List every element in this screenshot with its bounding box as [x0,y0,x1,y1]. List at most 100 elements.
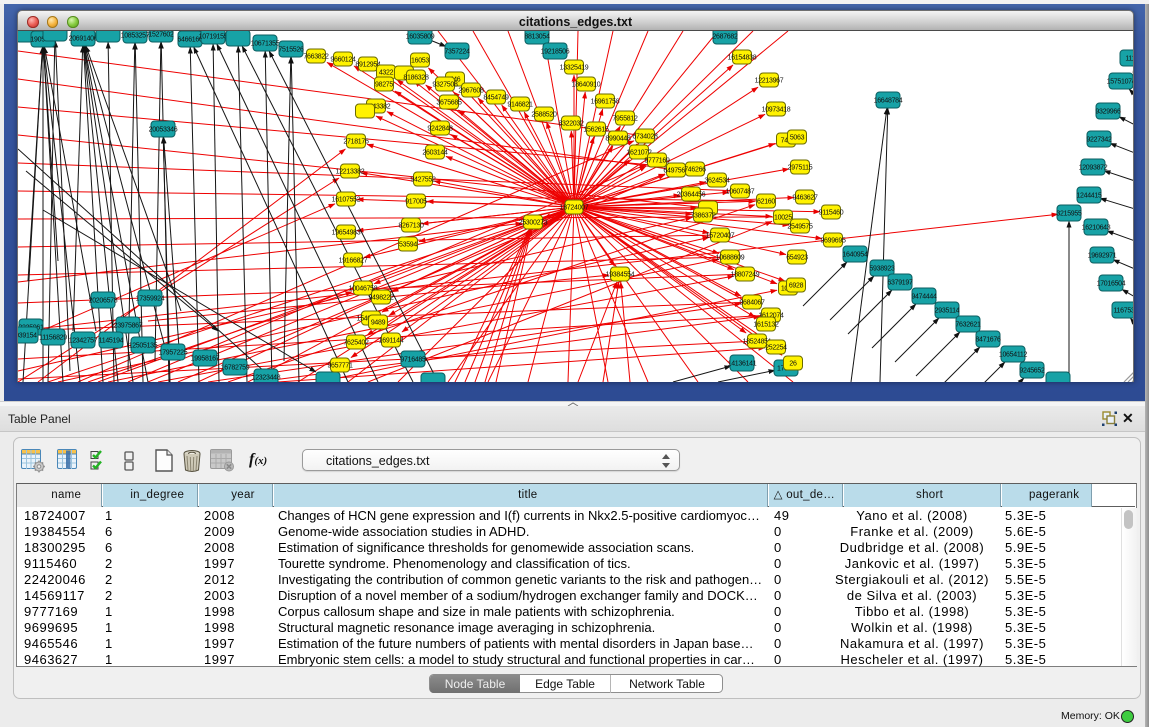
svg-text:9245652: 9245652 [1019,368,1045,375]
svg-text:10671355: 10671355 [251,41,280,48]
svg-text:7632621: 7632621 [955,322,981,329]
svg-text:10719155: 10719155 [199,34,228,41]
svg-text:9227342: 9227342 [1086,137,1112,144]
svg-text:53594: 53594 [399,242,417,249]
svg-text:10973418: 10973418 [762,107,791,114]
svg-text:746266: 746266 [684,167,706,174]
svg-text:6928: 6928 [789,283,804,290]
svg-text:2975115: 2975115 [788,165,813,172]
svg-text:13325419: 13325419 [560,65,589,72]
svg-text:7357224: 7357224 [444,49,470,56]
svg-text:98275: 98275 [375,82,393,89]
svg-text:9463627: 9463627 [792,195,818,202]
svg-text:5063: 5063 [790,135,805,142]
svg-text:8322032: 8322032 [558,121,584,128]
svg-text:15751074: 15751074 [1107,79,1134,86]
svg-text:9329966: 9329966 [1095,109,1121,116]
svg-text:18807249: 18807249 [731,272,760,279]
svg-text:8186328: 8186328 [403,75,429,82]
svg-text:23975867: 23975867 [114,323,143,330]
svg-text:62160: 62160 [757,199,775,206]
svg-text:7386372: 7386372 [690,213,716,220]
svg-text:20206578: 20206578 [89,298,118,305]
svg-text:10025: 10025 [774,215,792,222]
svg-text:19166827: 19166827 [339,258,368,265]
svg-text:9777169: 9777169 [644,158,670,165]
svg-text:1615132: 1615132 [753,322,779,329]
svg-text:20364456: 20364456 [677,192,706,199]
svg-text:18724007: 18724007 [560,205,589,212]
svg-text:8813054: 8813054 [524,34,550,41]
svg-text:1145194: 1145194 [99,338,124,345]
svg-text:12213967: 12213967 [755,78,784,85]
svg-text:1244415: 1244415 [1076,193,1102,200]
svg-text:939154: 939154 [18,333,37,340]
svg-text:2549575: 2549575 [787,224,813,231]
svg-text:14136141: 14136141 [728,361,757,368]
svg-text:19692971: 19692971 [1088,253,1117,260]
svg-text:16154838: 16154838 [728,55,757,62]
svg-text:16210643: 16210643 [1082,225,1111,232]
svg-text:2687682: 2687682 [712,34,738,41]
svg-text:2935114: 2935114 [935,308,960,315]
svg-text:2603144: 2603144 [422,150,448,157]
svg-text:1527602: 1527602 [148,32,174,39]
svg-text:25300273: 25300273 [519,220,548,227]
svg-text:9242848: 9242848 [427,126,453,133]
svg-text:15720407: 15720407 [706,233,735,240]
svg-text:9327508: 9327508 [432,82,458,89]
svg-text:26: 26 [789,361,797,368]
svg-text:9115460: 9115460 [819,210,844,217]
svg-text:17359924: 17359924 [136,296,165,303]
svg-text:1117: 1117 [1125,56,1134,63]
svg-text:16961758: 16961758 [591,99,620,106]
svg-text:8471676: 8471676 [975,337,1001,344]
svg-text:10654112: 10654112 [999,352,1028,359]
svg-text:1562615: 1562615 [583,127,609,134]
svg-text:252254: 252254 [765,345,787,352]
svg-text:10607487: 10607487 [726,189,755,196]
svg-text:4322: 4322 [379,70,394,77]
svg-text:917005: 917005 [405,199,427,206]
svg-text:7625402: 7625402 [343,340,369,347]
svg-text:19958167: 19958167 [191,356,220,363]
svg-text:6379197: 6379197 [887,280,913,287]
svg-text:2967608: 2967608 [458,88,484,95]
svg-text:20691406: 20691406 [69,36,98,43]
svg-text:9657771: 9657771 [327,363,353,370]
svg-text:12342757: 12342757 [69,338,98,345]
svg-text:7515526: 7515526 [278,47,304,54]
svg-text:1691144: 1691144 [379,338,404,345]
svg-text:19384554: 19384554 [606,272,635,279]
svg-text:9474444: 9474444 [911,294,937,301]
svg-text:2718176: 2718176 [343,139,369,146]
svg-text:3675685: 3675685 [436,100,462,107]
svg-text:12505135: 12505135 [129,343,158,350]
svg-text:9427552: 9427552 [410,177,436,184]
svg-text:1640954: 1640954 [842,252,868,259]
svg-text:18640910: 18640910 [572,82,601,89]
svg-text:16782759: 16782759 [221,365,250,372]
svg-text:9699695: 9699695 [820,238,846,245]
svg-text:8267130: 8267130 [398,223,424,230]
svg-text:7955812: 7955812 [612,116,638,123]
svg-text:10688609: 10688609 [716,255,745,262]
svg-text:8990448: 8990448 [605,136,631,143]
svg-text:6734028: 6734028 [632,134,658,141]
svg-text:8454749: 8454749 [483,95,509,102]
svg-text:9684067: 9684067 [739,300,765,307]
svg-text:16053: 16053 [411,58,429,65]
svg-text:16035809: 16035809 [406,34,435,41]
svg-text:12093872: 12093872 [1079,165,1108,172]
svg-text:11156829: 11156829 [39,335,67,342]
svg-text:19654983: 19654983 [332,230,361,237]
svg-text:19218506: 19218506 [541,49,570,56]
svg-text:5938923: 5938923 [869,266,895,273]
svg-text:654923: 654923 [786,255,808,262]
svg-text:7663822: 7663822 [303,54,329,61]
svg-text:10853257: 10853257 [121,33,150,40]
svg-text:16107552: 16107552 [332,197,361,204]
svg-text:9498222: 9498222 [368,295,394,302]
svg-text:3215955: 3215955 [1056,211,1082,218]
svg-text:20053346: 20053346 [149,127,178,134]
